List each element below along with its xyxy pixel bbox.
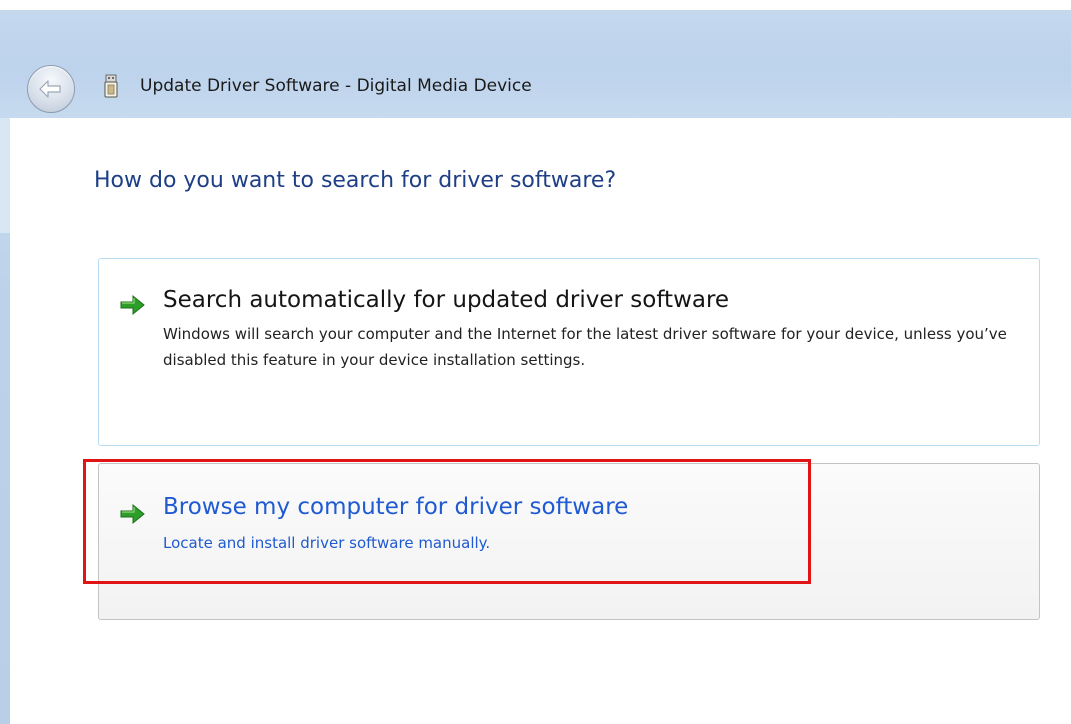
- search-automatically-title: Search automatically for updated driver …: [163, 287, 730, 313]
- green-arrow-icon: [120, 503, 145, 525]
- title-bar: [0, 10, 1071, 118]
- browse-computer-option[interactable]: Browse my computer for driver software L…: [98, 463, 1040, 620]
- window-frame-top: [0, 0, 1071, 10]
- window-title: Update Driver Software - Digital Media D…: [140, 76, 532, 96]
- search-automatically-description: Windows will search your computer and th…: [163, 325, 1007, 369]
- window-frame-left-highlight: [0, 118, 10, 233]
- wizard-content: How do you want to search for driver sof…: [10, 118, 1071, 724]
- page-heading: How do you want to search for driver sof…: [94, 168, 617, 193]
- update-driver-window: Update Driver Software - Digital Media D…: [0, 0, 1071, 724]
- browse-computer-title: Browse my computer for driver software: [163, 494, 629, 520]
- green-arrow-icon: [120, 294, 145, 316]
- usb-device-icon: [104, 74, 118, 98]
- browse-computer-description: Locate and install driver software manua…: [163, 534, 491, 552]
- search-automatically-option[interactable]: Search automatically for updated driver …: [98, 258, 1040, 446]
- back-button[interactable]: [27, 65, 75, 113]
- back-arrow-icon: [39, 80, 61, 98]
